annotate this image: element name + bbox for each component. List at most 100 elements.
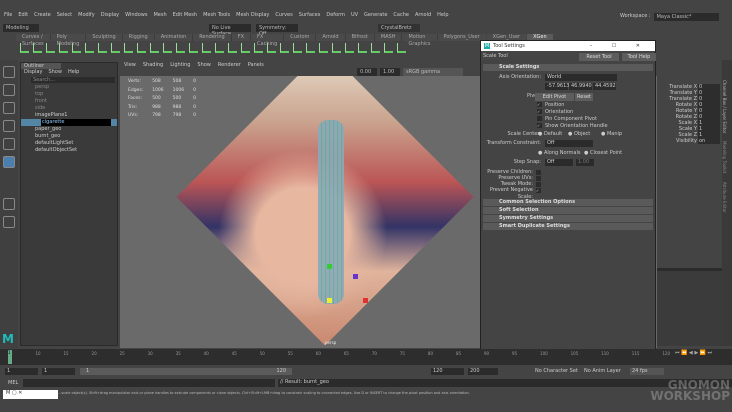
outliner-item-front[interactable]: front	[21, 98, 117, 105]
axis-y-field[interactable]: 46.9940	[569, 83, 592, 90]
tab-modeling-toolkit[interactable]: Modeling Toolkit	[722, 141, 727, 173]
scale-manip-center[interactable]	[327, 298, 332, 303]
axis-x-field[interactable]: -57.9613	[545, 83, 569, 90]
shelf-tool-icon[interactable]	[176, 43, 185, 53]
visibility-field[interactable]: on	[698, 138, 720, 144]
shelf-tool-icon[interactable]	[59, 43, 68, 53]
time-slider[interactable]: 5101520253035404550556065707580859095100…	[0, 349, 732, 365]
menu-deform[interactable]: Deform	[326, 12, 345, 18]
shelf-tool-icon[interactable]	[267, 43, 276, 53]
shelf-tab[interactable]: Curves / Surfaces	[16, 34, 50, 47]
shelf-tool-icon[interactable]	[98, 43, 107, 53]
symmetry-select[interactable]: Symmetry: Off	[256, 23, 298, 37]
user-account[interactable]: CrystalBretz	[378, 23, 420, 32]
shelf-tool-icon[interactable]	[215, 43, 224, 53]
step-snap-value[interactable]: 1.00	[576, 159, 594, 166]
playback-controls[interactable]: ⏮ ⏪ ◀ ▶ ⏩ ⏭	[675, 350, 712, 356]
mel-label[interactable]: MEL	[8, 380, 18, 386]
shelf-tool-icon[interactable]	[371, 43, 380, 53]
shelf-tool-icon[interactable]	[137, 43, 146, 53]
step-snap-select[interactable]: Off	[545, 159, 573, 166]
menu-create[interactable]: Create	[34, 12, 51, 18]
shelf-tab[interactable]: FX Caching	[251, 34, 284, 47]
end-time-field[interactable]: 200	[468, 368, 498, 375]
layout-four-icon[interactable]	[3, 216, 15, 228]
paint-select-icon[interactable]	[3, 102, 15, 114]
scale-tool-icon[interactable]	[3, 156, 15, 168]
shelf-tool-icon[interactable]	[124, 43, 133, 53]
shelf-tool-icon[interactable]	[111, 43, 120, 53]
rotate-tool-icon[interactable]	[3, 138, 15, 150]
menu-mesh[interactable]: Mesh	[153, 12, 166, 18]
menu-display[interactable]: Display	[101, 12, 119, 18]
tab-channel-box[interactable]: Channel Box / Layer Editor	[722, 80, 727, 133]
current-frame[interactable]: 1	[8, 350, 12, 364]
shelf-tool-icon[interactable]	[33, 43, 42, 53]
shelf-tab[interactable]: FX	[231, 34, 251, 41]
prevent-negative-checkbox[interactable]: ✓	[536, 188, 541, 193]
fps-select[interactable]: 24 fps	[630, 368, 664, 375]
minimized-window[interactable]: M ▢ ✕	[3, 390, 58, 399]
outliner-item-paper-geo[interactable]: paper_geo	[21, 126, 117, 133]
shelf-tool-icon[interactable]	[280, 43, 289, 53]
menu-arnold[interactable]: Arnold	[415, 12, 431, 18]
menu-edit[interactable]: Edit	[18, 12, 28, 18]
menu-help[interactable]: Help	[437, 12, 448, 18]
live-surface-field[interactable]: No Live Surface	[209, 23, 251, 37]
tab-attribute-editor[interactable]: Attribute Editor	[722, 182, 727, 213]
playback-start-field[interactable]: 1	[42, 368, 75, 375]
axis-z-field[interactable]: 44.4592	[593, 83, 616, 90]
menu-select[interactable]: Select	[57, 12, 72, 18]
outliner-item-imageplane[interactable]: imagePlane1	[21, 112, 117, 119]
range-bar[interactable]: 1 120	[80, 368, 292, 375]
shelf-tool-icon[interactable]	[358, 43, 367, 53]
position-checkbox[interactable]: ✓	[537, 102, 542, 107]
shelf-tab[interactable]: Rigging	[122, 34, 154, 41]
shelf-tool-icon[interactable]	[46, 43, 55, 53]
menu-surfaces[interactable]: Surfaces	[299, 12, 321, 18]
shelf-tool-icon[interactable]	[85, 43, 94, 53]
show-handle-checkbox[interactable]: ✓	[537, 123, 542, 128]
shelf-tool-icon[interactable]	[202, 43, 211, 53]
shelf-tool-icon[interactable]	[319, 43, 328, 53]
shelf-tool-icon[interactable]	[384, 43, 393, 53]
menu-curves[interactable]: Curves	[275, 12, 292, 18]
shelf-tab[interactable]: Arnold	[316, 34, 345, 41]
shelf-tool-icon[interactable]	[397, 43, 406, 53]
radio-closest-point[interactable]: ● Closest Point	[584, 150, 622, 157]
shelf-tool-icon[interactable]	[72, 43, 81, 53]
pin-pivot-checkbox[interactable]	[537, 116, 542, 121]
outliner-item-burnt-geo[interactable]: burnt_geo	[21, 133, 117, 140]
lasso-tool-icon[interactable]	[3, 84, 15, 96]
axis-orientation-select[interactable]: World	[545, 74, 617, 81]
menu-edit-mesh[interactable]: Edit Mesh	[173, 12, 197, 18]
window-controls[interactable]: – ☐ ✕	[590, 43, 649, 49]
scale-manip-z[interactable]	[353, 274, 358, 279]
menu-uv[interactable]: UV	[351, 12, 358, 18]
outliner-item-persp[interactable]: persp	[21, 84, 117, 91]
outliner-item-objectset[interactable]: defaultObjectSet	[21, 147, 117, 154]
outliner-item-top[interactable]: top	[21, 91, 117, 98]
menu-file[interactable]: File	[4, 12, 12, 18]
smart-duplicate-frame[interactable]: Smart Duplicate Settings	[483, 223, 653, 230]
radio-default[interactable]: ● Default	[538, 131, 562, 138]
shelf-tab[interactable]: Rendering	[193, 34, 231, 41]
radio-along-normals[interactable]: ● Along Normals	[538, 150, 580, 157]
menu-generate[interactable]: Generate	[364, 12, 387, 18]
shelf-tool-icon[interactable]	[293, 43, 302, 53]
constraint-select[interactable]: Off	[545, 140, 593, 147]
tool-help-button[interactable]: Tool Help	[622, 53, 656, 61]
scale-manip-x[interactable]	[363, 298, 368, 303]
menu-mesh-display[interactable]: Mesh Display	[236, 12, 269, 18]
menu-modify[interactable]: Modify	[78, 12, 95, 18]
shelf-tool-icon[interactable]	[150, 43, 159, 53]
workspace-select[interactable]: Maya Classic*	[653, 13, 719, 21]
exposure-field[interactable]: 0.00	[357, 68, 377, 76]
menu-cache[interactable]: Cache	[393, 12, 409, 18]
move-tool-icon[interactable]	[3, 120, 15, 132]
shelf-tab[interactable]: Motion Graphics	[402, 34, 437, 47]
shelf-tab[interactable]: Polygons_User	[437, 34, 486, 41]
edit-pivot-button[interactable]: Edit Pivot	[535, 93, 574, 101]
outliner-menu-help[interactable]: Help	[68, 69, 79, 76]
layout-single-icon[interactable]	[3, 198, 15, 210]
